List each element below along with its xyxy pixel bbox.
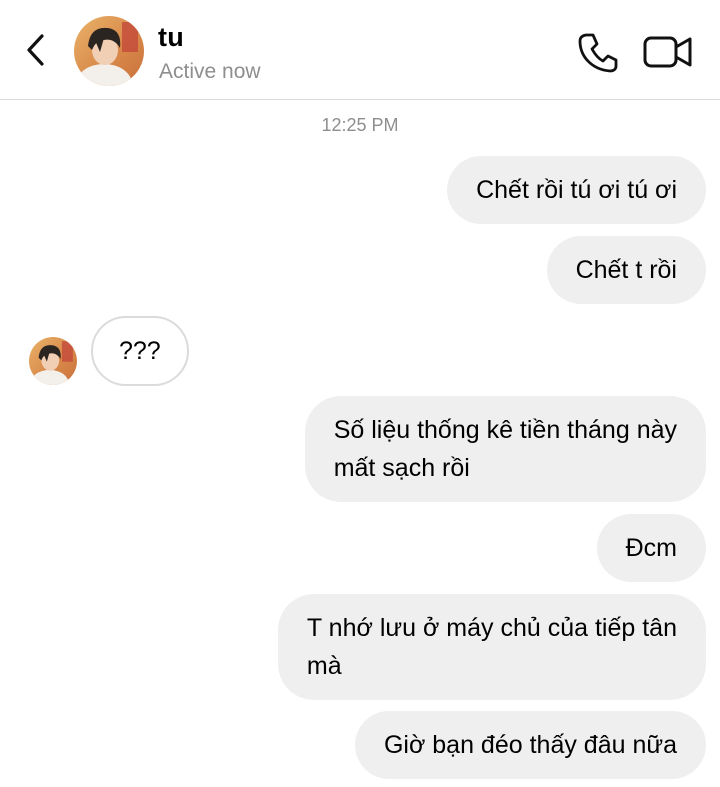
message-text: Giờ bạn đéo thấy đâu nữa [383, 731, 677, 759]
contact-name[interactable]: tu [158, 22, 184, 53]
active-status: Active now [159, 60, 261, 83]
contact-avatar[interactable] [74, 16, 144, 86]
message-timestamp: 12:25 PM [321, 115, 399, 135]
chat-header: tu Active now [0, 0, 720, 100]
back-button[interactable] [18, 30, 54, 70]
message-text: Chết rồi tú ơi tú ơi [476, 176, 677, 204]
message-text-line: T nhớ lưu ở máy chủ của tiếp tân [306, 614, 677, 642]
message-text: ??? [119, 337, 161, 365]
video-camera-icon [643, 36, 692, 68]
video-call-button[interactable] [642, 32, 694, 72]
call-button[interactable] [576, 30, 620, 74]
chevron-left-icon [27, 34, 44, 66]
message-text: Chết t rồi [575, 256, 677, 284]
sender-avatar[interactable] [29, 337, 77, 385]
outgoing-message[interactable]: Chết t rồi [546, 236, 706, 304]
phone-icon [578, 33, 618, 73]
outgoing-message[interactable]: T nhớ lưu ở máy chủ của tiếp tân mà [277, 594, 706, 700]
outgoing-message[interactable]: Số liệu thống kê tiền tháng này mất sạch… [304, 396, 706, 502]
message-text-line: Số liệu thống kê tiền tháng này [333, 416, 677, 444]
outgoing-message[interactable]: Chết rồi tú ơi tú ơi [447, 156, 706, 224]
message-text-line: mất sạch rồi [333, 454, 470, 482]
message-text-line: mà [306, 652, 342, 680]
outgoing-message[interactable]: Đcm [596, 514, 706, 582]
incoming-message[interactable]: ??? [91, 316, 189, 386]
message-text: Đcm [625, 534, 677, 562]
outgoing-message[interactable]: Giờ bạn đéo thấy đâu nữa [354, 711, 706, 779]
